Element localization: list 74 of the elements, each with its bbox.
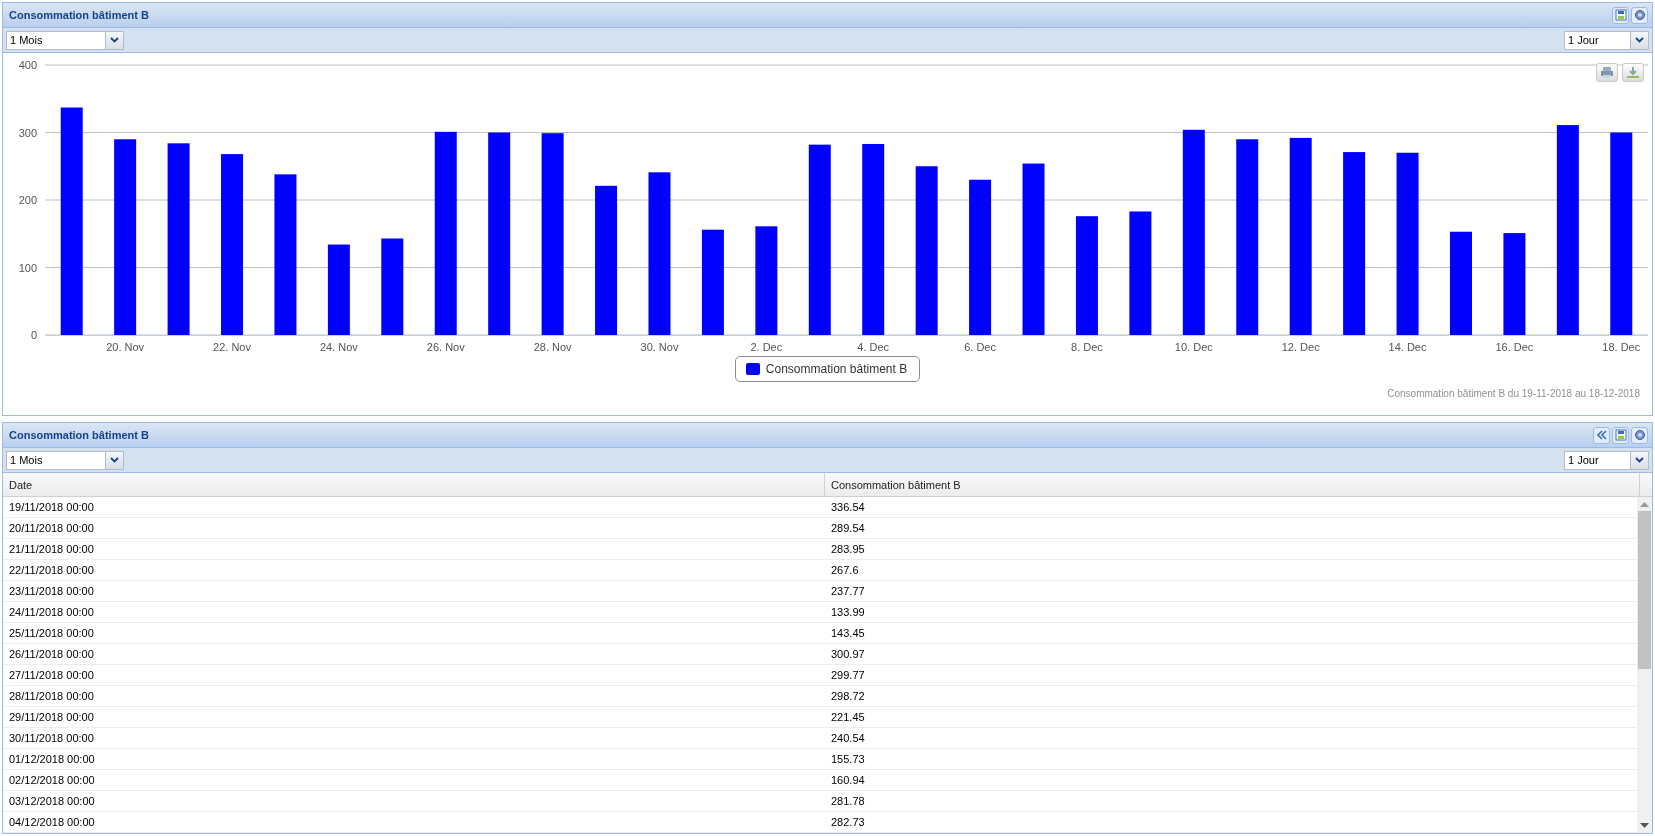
table-cell-text: 21/11/2018 00:00 — [8, 542, 95, 557]
table-cell-text: 27/11/2018 00:00 — [8, 668, 95, 683]
chart-caption: Consommation bâtiment B du 19-11-2018 au 18-12-2018 — [1387, 387, 1641, 399]
scrollbar[interactable] — [1637, 497, 1652, 833]
panel-title: Consommation bâtiment B — [9, 429, 149, 441]
table-cell-text: 300.97 — [830, 647, 866, 662]
print-icon[interactable] — [1596, 63, 1618, 82]
x-tick-label: 18. Dec — [1601, 341, 1640, 353]
settings-icon[interactable] — [1631, 6, 1648, 24]
y-tick-label: 400 — [18, 59, 37, 71]
table-cell-text: 22/11/2018 00:00 — [8, 563, 95, 578]
x-tick-label: 14. Dec — [1388, 341, 1426, 353]
table-cell-text: 221.45 — [830, 710, 866, 725]
x-tick-label: 20. Nov — [105, 341, 144, 353]
caret-icon[interactable] — [110, 37, 119, 43]
collapse-icon[interactable] — [1593, 426, 1610, 444]
save-icon[interactable] — [1612, 6, 1629, 24]
table-cell-text: 298.72 — [830, 689, 866, 704]
x-tick-label: 2. Dec — [749, 341, 782, 353]
x-tick-label: 30. Nov — [640, 341, 678, 353]
table-cell-text: 23/11/2018 00:00 — [8, 584, 95, 599]
x-tick-label: 4. Dec — [856, 341, 889, 353]
legend-label: Consommation bâtiment B — [765, 362, 908, 376]
x-tick-label: 6. Dec — [963, 341, 996, 353]
settings-icon[interactable] — [1631, 426, 1648, 444]
caret-icon[interactable] — [110, 457, 119, 463]
table-cell-text: 133.99 — [830, 605, 866, 620]
table-cell-text: 143.45 — [830, 626, 866, 641]
table-cell-text: 281.78 — [830, 794, 866, 809]
x-tick-label: 24. Nov — [319, 341, 358, 353]
table-cell-text: 299.77 — [830, 668, 866, 683]
y-tick-label: 300 — [18, 126, 37, 139]
table-cell-text: 283.95 — [830, 542, 866, 557]
table-cell-text: 237.77 — [830, 584, 866, 599]
table-cell-text: 20/11/2018 00:00 — [8, 521, 95, 536]
x-tick-label: 16. Dec — [1494, 341, 1533, 353]
table-cell-text: 01/12/2018 00:00 — [8, 752, 96, 767]
x-tick-label: 8. Dec — [1070, 341, 1103, 353]
table-cell-text: 02/12/2018 00:00 — [8, 773, 96, 788]
step-dropdown[interactable]: 1 Jour — [1564, 30, 1649, 50]
table-cell-text: 25/11/2018 00:00 — [8, 626, 95, 641]
table-cell-text: 03/12/2018 00:00 — [8, 794, 96, 809]
caret-icon[interactable] — [1635, 37, 1644, 43]
x-tick-label: 22. Nov — [212, 341, 251, 353]
table-cell-text: 19/11/2018 00:00 — [8, 500, 95, 515]
table-cell-text: 160.94 — [830, 773, 866, 788]
step-dropdown[interactable]: 1 Jour — [1564, 450, 1649, 470]
y-tick-label: 200 — [18, 194, 37, 206]
x-tick-label: 26. Nov — [426, 341, 465, 353]
table-cell-text: 155.73 — [830, 752, 866, 767]
table-cell-text: 04/12/2018 00:00 — [8, 815, 96, 830]
table-cell-text: 336.54 — [830, 500, 866, 515]
period-dropdown[interactable]: 1 Mois — [6, 450, 124, 470]
x-tick-label: 12. Dec — [1281, 341, 1320, 353]
table-cell-text: 289.54 — [830, 521, 866, 536]
caret-icon[interactable] — [1635, 457, 1644, 463]
period-dropdown[interactable]: 1 Mois — [6, 30, 124, 50]
panel-title: Consommation bâtiment B — [9, 9, 149, 21]
column-header[interactable]: Date — [3, 473, 825, 496]
table-cell-text: 28/11/2018 00:00 — [8, 689, 95, 704]
x-tick-label: 10. Dec — [1174, 341, 1213, 353]
table-cell-text: 26/11/2018 00:00 — [8, 647, 95, 662]
y-tick-label: 100 — [18, 261, 37, 274]
table-cell-text: 267.6 — [830, 563, 860, 578]
save-icon[interactable] — [1612, 426, 1629, 444]
table-cell-text: 282.73 — [830, 815, 866, 830]
table-cell-text: 240.54 — [830, 731, 866, 746]
table-cell-text: 29/11/2018 00:00 — [8, 710, 95, 725]
scroll-down-icon[interactable] — [1640, 823, 1649, 829]
x-tick-label: 28. Nov — [533, 341, 572, 353]
column-header[interactable]: Consommation bâtiment B — [825, 473, 1640, 496]
table-cell-text: 30/11/2018 00:00 — [8, 731, 95, 746]
table-cell-text: 24/11/2018 00:00 — [8, 605, 95, 620]
y-tick-label: 0 — [30, 329, 37, 341]
